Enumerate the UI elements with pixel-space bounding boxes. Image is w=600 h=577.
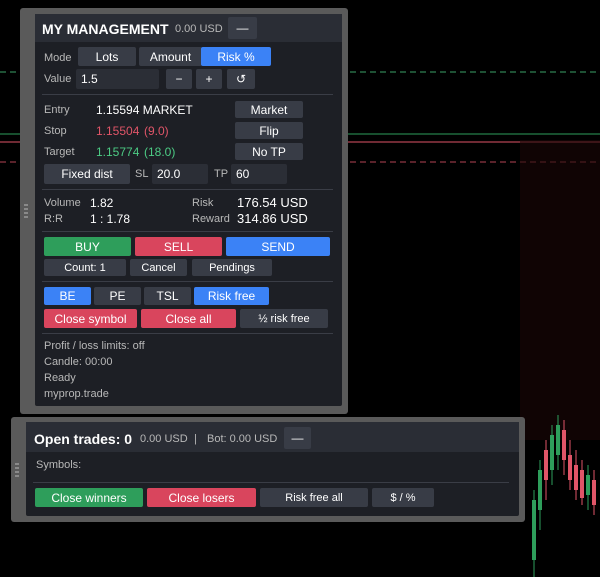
chart-shade	[520, 140, 600, 440]
mode-lots-button[interactable]: Lots	[78, 47, 136, 66]
risk-value: 176.54 USD	[237, 195, 308, 210]
target-label: Target	[44, 146, 75, 158]
value-label: Value	[44, 73, 72, 85]
management-title-bar[interactable]: MY MANAGEMENT 0.00 USD —	[35, 14, 342, 42]
rr-value: 1 : 1.78	[90, 212, 131, 226]
minus-button[interactable]: −	[166, 69, 192, 89]
stop-pips: (9.0)	[144, 124, 169, 138]
trades-bot: Bot: 0.00 USD	[207, 433, 278, 445]
mode-risk-button[interactable]: Risk %	[201, 47, 271, 66]
tp-label: TP	[214, 168, 229, 180]
reward-value: 314.86 USD	[237, 211, 308, 226]
close-winners-button[interactable]: Close winners	[35, 488, 143, 507]
no-tp-button[interactable]: No TP	[235, 143, 303, 160]
management-balance: 0.00 USD	[175, 23, 223, 35]
fixed-dist-button[interactable]: Fixed dist	[44, 164, 130, 184]
divider	[33, 482, 509, 483]
tp-input[interactable]: 60	[231, 164, 287, 184]
be-button[interactable]: BE	[44, 287, 91, 305]
status-limits: Profit / loss limits: off	[44, 340, 145, 352]
target-value: 1.15774	[96, 145, 140, 159]
trades-panel: Open trades: 0 0.00 USD | Bot: 0.00 USD …	[26, 422, 519, 516]
sl-input[interactable]: 20.0	[152, 164, 208, 184]
divider	[42, 94, 333, 95]
cancel-button[interactable]: Cancel	[130, 259, 187, 276]
management-panel: MY MANAGEMENT 0.00 USD — Mode Lots Amoun…	[35, 14, 342, 406]
trades-title: Open trades: 0	[34, 431, 133, 447]
divider	[42, 333, 333, 334]
status-site: myprop.trade	[44, 388, 109, 400]
risk-free-all-button[interactable]: Risk free all	[260, 488, 368, 507]
drag-handle-icon[interactable]	[24, 204, 28, 218]
stop-value: 1.15504	[96, 124, 140, 138]
drag-handle-icon[interactable]	[15, 463, 19, 477]
tsl-button[interactable]: TSL	[144, 287, 191, 305]
trades-divider: |	[194, 433, 197, 445]
divider	[42, 231, 333, 232]
volume-label: Volume	[44, 197, 81, 209]
symbols-label: Symbols:	[36, 459, 82, 471]
trades-amount: 0.00 USD	[140, 433, 188, 445]
divider	[42, 189, 333, 190]
divider	[42, 281, 333, 282]
flip-button[interactable]: Flip	[235, 122, 303, 139]
rr-label: R:R	[44, 213, 63, 225]
sl-label: SL	[135, 168, 149, 180]
close-symbol-button[interactable]: Close symbol	[44, 309, 137, 328]
close-all-button[interactable]: Close all	[141, 309, 236, 328]
entry-label: Entry	[44, 104, 70, 116]
reward-label: Reward	[192, 213, 230, 225]
close-losers-button[interactable]: Close losers	[147, 488, 256, 507]
mode-label: Mode	[44, 52, 72, 64]
count-button[interactable]: Count: 1	[44, 259, 126, 276]
reset-icon[interactable]: ↺	[227, 69, 255, 89]
buy-button[interactable]: BUY	[44, 237, 131, 256]
status-ready: Ready	[44, 372, 76, 384]
sell-button[interactable]: SELL	[135, 237, 222, 256]
trades-title-bar[interactable]: Open trades: 0 0.00 USD | Bot: 0.00 USD …	[26, 422, 519, 452]
target-pips: (18.0)	[144, 145, 176, 159]
stop-label: Stop	[44, 125, 67, 137]
plus-button[interactable]: +	[196, 69, 222, 89]
value-input[interactable]: 1.5	[76, 69, 159, 89]
collapse-button[interactable]: —	[228, 17, 257, 39]
entry-value: 1.15594 MARKET	[96, 103, 193, 117]
volume-value: 1.82	[90, 196, 114, 210]
pendings-button[interactable]: Pendings	[192, 259, 272, 276]
mode-amount-button[interactable]: Amount	[139, 47, 202, 66]
dollar-percent-button[interactable]: $ / %	[372, 488, 434, 507]
risk-free-button[interactable]: Risk free	[194, 287, 269, 305]
pe-button[interactable]: PE	[94, 287, 141, 305]
trades-collapse-button[interactable]: —	[284, 427, 311, 449]
market-button[interactable]: Market	[235, 101, 303, 118]
status-candle: Candle: 00:00	[44, 356, 113, 368]
management-title: MY MANAGEMENT	[42, 21, 169, 37]
half-risk-free-button[interactable]: ½ risk free	[240, 309, 328, 328]
send-button[interactable]: SEND	[226, 237, 330, 256]
risk-label: Risk	[192, 197, 214, 209]
